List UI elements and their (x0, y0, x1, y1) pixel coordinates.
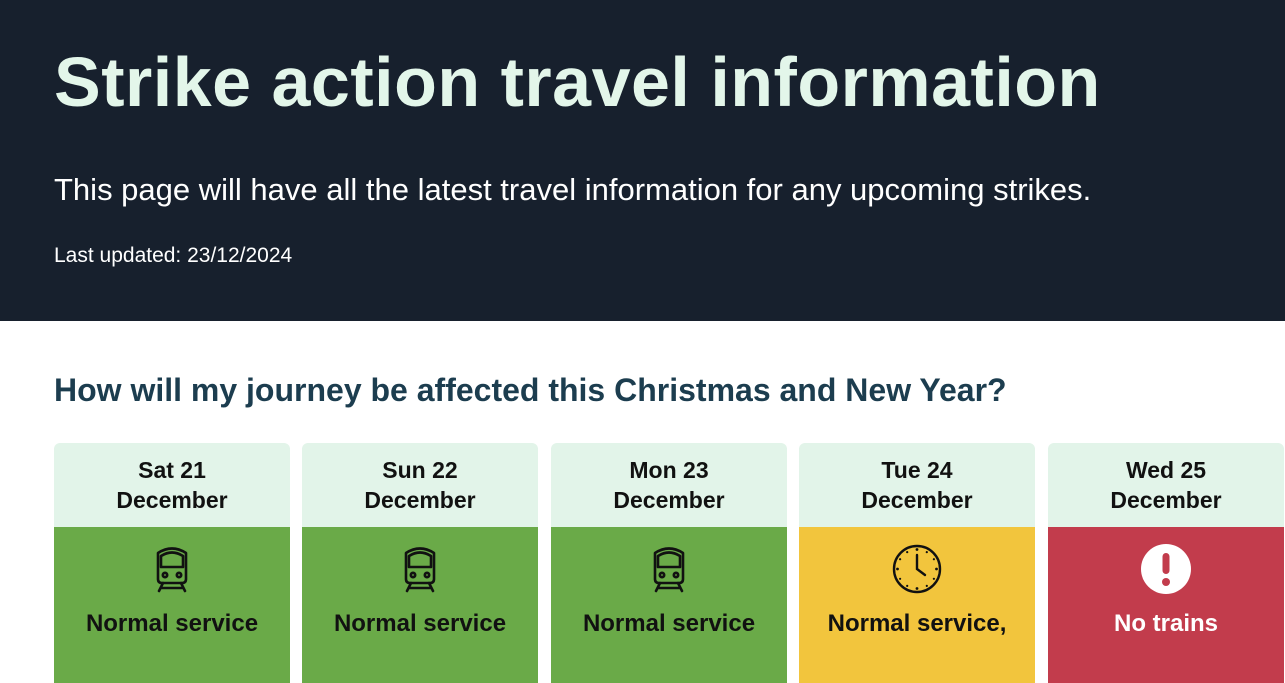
day-card-status: Normal service (333, 610, 507, 637)
day-card-date: Mon 23 December (551, 443, 787, 527)
day-card-month: December (116, 487, 228, 513)
day-card-status-panel: Normal service, (799, 527, 1035, 683)
day-card-sat-21[interactable]: Sat 21 December Normal service (54, 443, 290, 683)
train-icon (156, 547, 188, 593)
day-card-status-panel: Normal service (302, 527, 538, 683)
day-card-month: December (364, 487, 476, 513)
day-card-day: Sun 22 (382, 457, 458, 483)
train-icon (653, 547, 685, 593)
day-card-status: Normal service (582, 610, 756, 637)
day-card-month: December (861, 487, 973, 513)
day-card-day: Sat 21 (138, 457, 206, 483)
day-card-status-panel: Normal service (54, 527, 290, 683)
day-card-date: Sat 21 December (54, 443, 290, 527)
page-intro: This page will have all the latest trave… (54, 172, 1092, 207)
day-card-status: No trains (1113, 610, 1218, 637)
day-card-month: December (1110, 487, 1222, 513)
day-card-day: Mon 23 (629, 457, 709, 483)
alert-icon (1141, 544, 1191, 594)
day-card-month: December (613, 487, 725, 513)
day-card-status-panel: No trains (1048, 527, 1284, 683)
day-card-day: Wed 25 (1125, 457, 1207, 483)
day-card-date: Wed 25 December (1048, 443, 1284, 527)
day-card-status-panel: Normal service (551, 527, 787, 683)
day-card-date: Tue 24 December (799, 443, 1035, 527)
page-title: Strike action travel information (54, 43, 1101, 121)
section-heading: How will my journey be affected this Chr… (54, 372, 1007, 408)
day-card-wed-25[interactable]: Wed 25 December No trains (1048, 443, 1284, 683)
clock-icon (892, 544, 942, 594)
page-hero: Strike action travel information This pa… (0, 0, 1285, 321)
day-card-status: Normal service, (827, 610, 1007, 637)
last-updated-text: Last updated: 23/12/2024 (54, 244, 293, 267)
day-card-tue-24[interactable]: Tue 24 December Normal service, (799, 443, 1035, 683)
day-card-sun-22[interactable]: Sun 22 December Normal service (302, 443, 538, 683)
day-card-day: Tue 24 (881, 457, 953, 483)
day-card-mon-23[interactable]: Mon 23 December Normal service (551, 443, 787, 683)
day-card-status: Normal service (85, 610, 259, 637)
day-card-date: Sun 22 December (302, 443, 538, 527)
train-icon (404, 547, 436, 593)
